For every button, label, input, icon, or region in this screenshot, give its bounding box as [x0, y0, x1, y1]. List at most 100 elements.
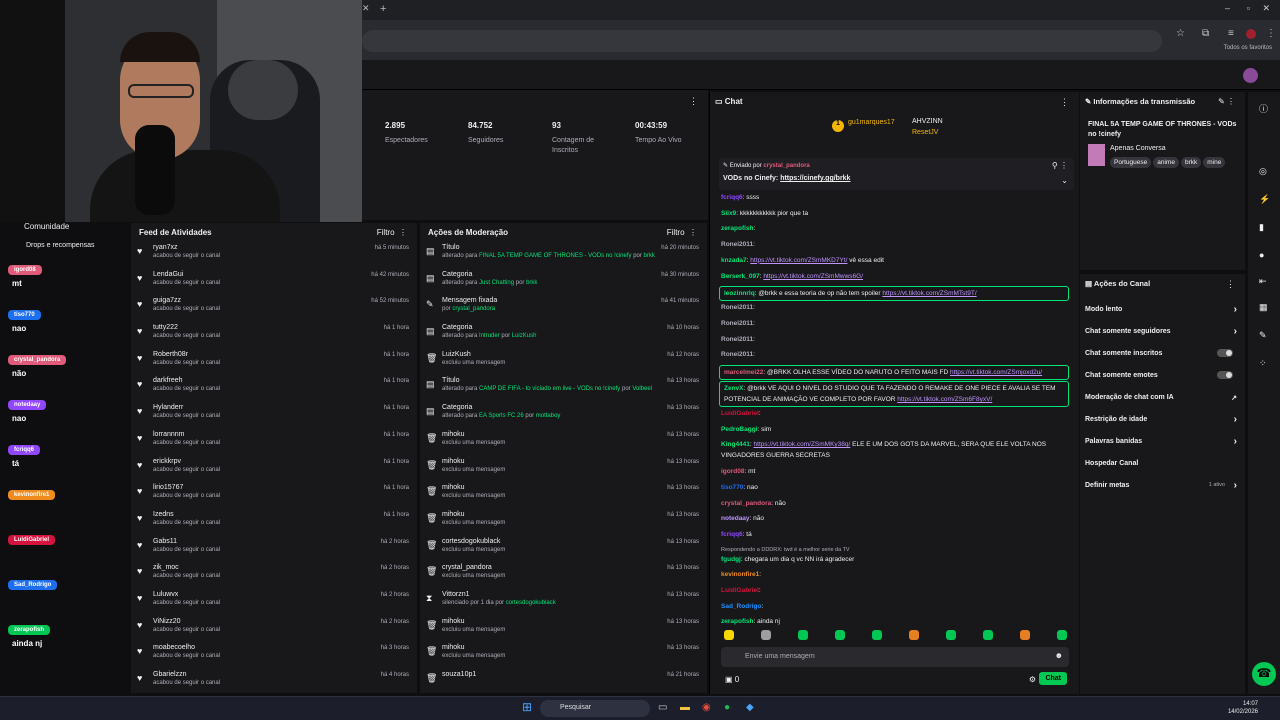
- chat-username[interactable]: King4441: [721, 441, 750, 448]
- chat-username[interactable]: Ronei2011: [721, 320, 753, 327]
- toggle-switch[interactable]: [1217, 349, 1233, 357]
- feed-filter-button[interactable]: Filtro ⋮: [377, 228, 407, 237]
- moderation-row[interactable]: ▤ Título alterado para CAMP DE FIFA - to v…: [420, 374, 707, 401]
- emote-icon[interactable]: [1020, 630, 1030, 640]
- chat-username[interactable]: LuidiGabriel: [721, 410, 759, 417]
- chat-username[interactable]: Ronei2011: [721, 304, 753, 311]
- chat-username[interactable]: Berserk_097: [721, 273, 760, 280]
- chat-username[interactable]: Ronei2011: [721, 336, 753, 343]
- kebab-icon[interactable]: ⋮: [1226, 279, 1235, 290]
- close-window-icon[interactable]: ✕: [1262, 3, 1270, 14]
- file-explorer-icon[interactable]: ▬: [680, 702, 690, 713]
- address-bar[interactable]: [362, 30, 1162, 52]
- moderation-row[interactable]: ▤ Categoria alterado para Just Chatting po…: [420, 268, 707, 295]
- category-name[interactable]: Apenas Conversa: [1110, 145, 1166, 152]
- emoji-icon[interactable]: ☻: [1055, 651, 1063, 660]
- pin-icon[interactable]: ⚲ ⋮: [1052, 161, 1068, 170]
- channel-action[interactable]: Palavras banidas ›: [1085, 436, 1237, 447]
- chat-bubble-icon[interactable]: ●: [1259, 250, 1264, 260]
- emote-icon[interactable]: [798, 630, 808, 640]
- mod-filter-button[interactable]: Filtro ⋮: [667, 228, 697, 237]
- new-tab-icon[interactable]: +: [380, 3, 386, 15]
- emote-icon[interactable]: [946, 630, 956, 640]
- chat-username[interactable]: igord08: [721, 468, 744, 475]
- chat-username[interactable]: fcriqq6: [721, 531, 743, 538]
- chat-username[interactable]: fcriqq6: [721, 194, 743, 201]
- task-view-icon[interactable]: ▭: [658, 702, 667, 713]
- moderation-row[interactable]: 🗑 mihoku excluiu uma mensagem há 13 horas: [420, 428, 707, 455]
- minimize-icon[interactable]: –: [1225, 3, 1230, 13]
- moderation-row[interactable]: 🗑 souza10p1 há 21 horas: [420, 668, 707, 693]
- toggle-switch[interactable]: [1217, 371, 1233, 379]
- chevron-down-icon[interactable]: ⌄: [1061, 176, 1068, 185]
- app-icon[interactable]: ◆: [746, 702, 754, 713]
- tool-icon[interactable]: ✎: [1259, 330, 1267, 341]
- profile-avatar[interactable]: [1246, 29, 1256, 39]
- channel-action[interactable]: Definir metas › 1 ativo: [1085, 480, 1237, 491]
- apps-icon[interactable]: ⁘: [1259, 358, 1267, 369]
- feed-row[interactable]: ♥ LendaGui acabou de seguir o canal há 42 m…: [131, 268, 417, 295]
- leader-2[interactable]: AHVZINN: [912, 118, 943, 125]
- emote-icon[interactable]: [1057, 630, 1067, 640]
- chat-username[interactable]: notedaay: [721, 515, 750, 522]
- moderation-row[interactable]: 🗑 mihoku excluiu uma mensagem há 13 horas: [420, 641, 707, 668]
- chat-username[interactable]: crystal_pandora: [721, 500, 771, 507]
- channel-action[interactable]: Modo lento ›: [1085, 304, 1237, 315]
- feed-row[interactable]: ♥ Hylanderr acabou de seguir o canal há 1 h…: [131, 401, 417, 428]
- moderation-row[interactable]: 🗑 LuizKush excluiu uma mensagem há 12 hora…: [420, 348, 707, 375]
- star-icon[interactable]: ☆: [1176, 28, 1185, 39]
- chat-username[interactable]: marcelmei22: [724, 369, 763, 376]
- feed-row[interactable]: ♥ Gbarielzzn acabou de seguir o canal há 4 …: [131, 668, 417, 693]
- chat-username[interactable]: knzada7: [721, 257, 747, 264]
- moderation-row[interactable]: 🗑 crystal_pandora excluiu uma mensagem há …: [420, 561, 707, 588]
- chat-link[interactable]: https://vt.tiktok.com/ZSmjoxd2u/: [950, 369, 1042, 376]
- channel-action[interactable]: Hospedar Canal: [1085, 460, 1237, 467]
- moderation-row[interactable]: ▤ Título alterado para FINAL 5A TEMP GAME …: [420, 241, 707, 268]
- menu-icon[interactable]: ≡: [1228, 28, 1234, 39]
- tag-chip[interactable]: Portuguese: [1110, 157, 1152, 168]
- emote-icon[interactable]: [724, 630, 734, 640]
- feed-row[interactable]: ♥ Gabs11 acabou de seguir o canal há 2 hora…: [131, 535, 417, 562]
- moderation-row[interactable]: 🗑 mihoku excluiu uma mensagem há 13 horas: [420, 508, 707, 535]
- spotify-icon[interactable]: ●: [724, 702, 730, 713]
- leader-1[interactable]: gu1marques17: [848, 119, 895, 126]
- feed-row[interactable]: ♥ Luluwvx acabou de seguir o canal há 2 hor…: [131, 588, 417, 615]
- feed-row[interactable]: ♥ ryan7xz acabou de seguir o canal há 5 min…: [131, 241, 417, 268]
- feed-row[interactable]: ♥ darkfreeh acabou de seguir o canal há 1 h…: [131, 374, 417, 401]
- feed-row[interactable]: ♥ moabecoelho acabou de seguir o canal há 3…: [131, 641, 417, 668]
- tag-chip[interactable]: anime: [1153, 157, 1179, 168]
- clock[interactable]: 14:07 14/02/2026: [1228, 700, 1258, 716]
- chat-username[interactable]: Ronei2011: [721, 241, 753, 248]
- feed-row[interactable]: ♥ lorrannnm acabou de seguir o canal há 1 h…: [131, 428, 417, 455]
- layout-icon[interactable]: ▦: [1259, 302, 1268, 313]
- feed-row[interactable]: ♥ tutty222 acabou de seguir o canal há 1 ho…: [131, 321, 417, 348]
- kebab-icon[interactable]: ⋮: [689, 96, 698, 107]
- moderation-row[interactable]: ⧗ Vittorzn1 silenciado por 1 dia por corte…: [420, 588, 707, 615]
- chat-link[interactable]: https://vt.tiktok.com/ZSmMTst9T/: [882, 290, 976, 297]
- feed-row[interactable]: ♥ guiga7zz acabou de seguir o canal há 52 m…: [131, 294, 417, 321]
- chat-link[interactable]: https://vt.tiktok.com/ZSmMKy38q/: [754, 441, 851, 448]
- close-tab-icon[interactable]: ✕: [362, 3, 376, 17]
- send-chat-button[interactable]: Chat: [1039, 672, 1067, 685]
- emote-icon[interactable]: [983, 630, 993, 640]
- feed-row[interactable]: ♥ lirio15767 acabou de seguir o canal há 1 …: [131, 481, 417, 508]
- feed-row[interactable]: ♥ ViNizz20 acabou de seguir o canal há 2 ho…: [131, 615, 417, 642]
- moderation-row[interactable]: 🗑 mihoku excluiu uma mensagem há 13 horas: [420, 481, 707, 508]
- moderation-row[interactable]: ✎ Mensagem fixada por crystal_pandora há 4…: [420, 294, 707, 321]
- settings-icon[interactable]: ⚙: [1029, 675, 1036, 684]
- chat-username[interactable]: Ronei2011: [721, 351, 753, 358]
- support-chat-button[interactable]: ☎: [1252, 662, 1276, 686]
- channel-action[interactable]: Restrição de idade ›: [1085, 414, 1237, 425]
- chrome-icon[interactable]: ◉: [702, 702, 711, 713]
- clipboard-icon[interactable]: ▮: [1259, 222, 1264, 233]
- chat-kebab-icon[interactable]: ⋮: [1060, 97, 1069, 108]
- chat-username[interactable]: kevinonfire1: [721, 571, 759, 578]
- taskbar-search[interactable]: Pesquisar: [540, 700, 650, 717]
- chat-username[interactable]: leozinnrlq: [724, 290, 755, 297]
- tag-chip[interactable]: brkk: [1180, 157, 1202, 168]
- emote-icon[interactable]: [872, 630, 882, 640]
- pinned-link[interactable]: https://cinefy.gg/brkk: [780, 175, 850, 182]
- maximize-icon[interactable]: ▫: [1247, 3, 1250, 13]
- feed-row[interactable]: ♥ Roberth08r acabou de seguir o canal há 1 …: [131, 348, 417, 375]
- emote-bar[interactable]: [724, 630, 1069, 642]
